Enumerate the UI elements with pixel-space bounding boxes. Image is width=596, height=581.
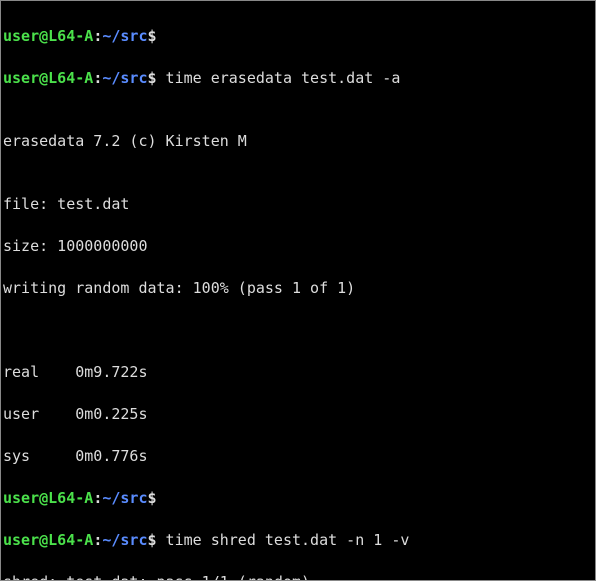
prompt-line-4[interactable]: user@L64-A:~/src$ time shred test.dat -n… xyxy=(3,530,593,551)
prompt-dollar: $ xyxy=(148,69,157,87)
prompt-path: ~/src xyxy=(102,489,147,507)
erasedata-size: size: 1000000000 xyxy=(3,236,593,257)
prompt-host: L64-A xyxy=(48,531,93,549)
prompt-user: user xyxy=(3,27,39,45)
prompt-line-3[interactable]: user@L64-A:~/src$ xyxy=(3,488,593,509)
prompt-path: ~/src xyxy=(102,27,147,45)
prompt-colon: : xyxy=(93,69,102,87)
prompt-line-1[interactable]: user@L64-A:~/src$ xyxy=(3,26,593,47)
prompt-dollar: $ xyxy=(148,27,157,45)
prompt-path: ~/src xyxy=(102,531,147,549)
erasedata-progress: writing random data: 100% (pass 1 of 1) xyxy=(3,278,593,299)
command-erasedata: time erasedata test.dat -a xyxy=(157,69,401,87)
prompt-dollar: $ xyxy=(148,489,157,507)
prompt-colon: : xyxy=(93,531,102,549)
prompt-host: L64-A xyxy=(48,27,93,45)
erasedata-file: file: test.dat xyxy=(3,194,593,215)
command-shred: time shred test.dat -n 1 -v xyxy=(157,531,410,549)
time1-user: user 0m0.225s xyxy=(3,404,593,425)
prompt-at: @ xyxy=(39,489,48,507)
shred-line-0: shred: test.dat: pass 1/1 (random)... xyxy=(3,572,593,581)
terminal-window[interactable]: user@L64-A:~/src$ user@L64-A:~/src$ time… xyxy=(0,0,596,581)
prompt-dollar: $ xyxy=(148,531,157,549)
prompt-colon: : xyxy=(93,489,102,507)
prompt-user: user xyxy=(3,531,39,549)
time1-real: real 0m9.722s xyxy=(3,362,593,383)
prompt-at: @ xyxy=(39,531,48,549)
time1-sys: sys 0m0.776s xyxy=(3,446,593,467)
prompt-user: user xyxy=(3,69,39,87)
prompt-line-2[interactable]: user@L64-A:~/src$ time erasedata test.da… xyxy=(3,68,593,89)
prompt-colon: : xyxy=(93,27,102,45)
erasedata-banner: erasedata 7.2 (c) Kirsten M xyxy=(3,131,593,152)
prompt-host: L64-A xyxy=(48,69,93,87)
prompt-path: ~/src xyxy=(102,69,147,87)
prompt-host: L64-A xyxy=(48,489,93,507)
prompt-at: @ xyxy=(39,69,48,87)
prompt-user: user xyxy=(3,489,39,507)
prompt-at: @ xyxy=(39,27,48,45)
